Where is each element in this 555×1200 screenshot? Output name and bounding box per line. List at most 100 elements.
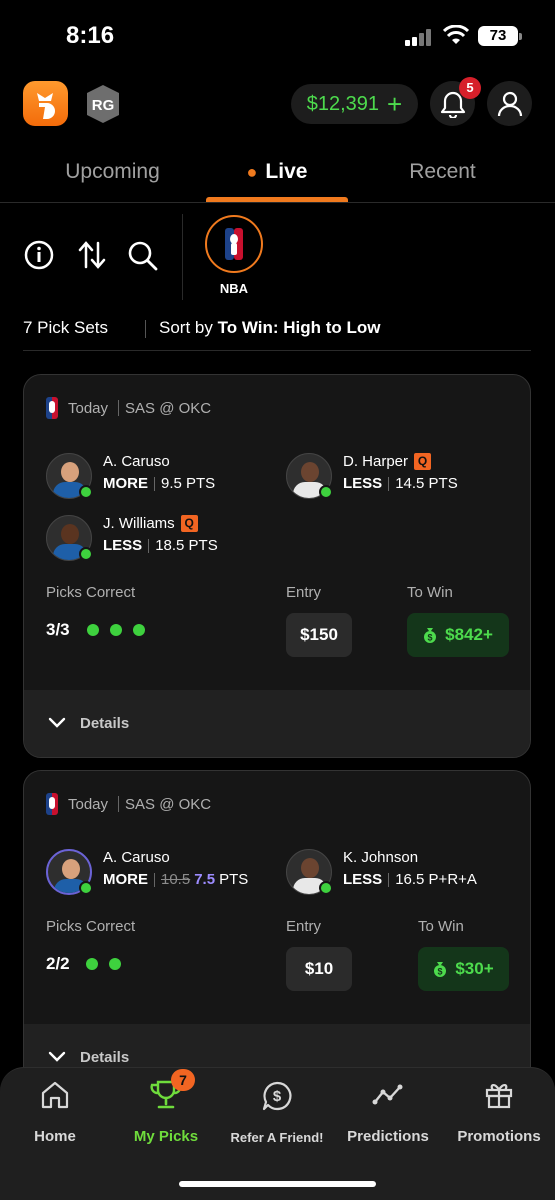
pick-value: 16.5 P+R+A [395,871,477,888]
my-picks-count-badge: 7 [171,1069,195,1091]
pick-value: 18.5 PTS [155,537,218,554]
to-win-amount: $ $30+ [418,947,509,991]
player-name: D. Harper Q [343,453,432,470]
pick-row[interactable]: A. Caruso MORE 10.5 7.5 PTS [46,849,286,897]
pick-direction: LESS [343,475,383,492]
home-indicator[interactable] [179,1181,376,1187]
pick-row[interactable]: K. Johnson LESS 16.5 P+R+A [286,849,526,897]
pick-sets-count: 7 Pick Sets [23,318,109,337]
picks-correct-count: 3/3 [46,620,70,639]
active-tab-indicator [206,197,348,202]
nav-predictions-label: Predictions [347,1128,429,1145]
pick-direction: LESS [343,871,383,888]
chevron-down-icon [48,717,66,728]
profile-button[interactable] [487,81,532,126]
chevron-down-icon [48,1051,66,1062]
tab-upcoming[interactable]: Upcoming [40,160,185,184]
pick-set-card[interactable]: Today SAS @ OKC A. Caruso MORE 9.5 PTS D.… [23,374,531,758]
pick-direction: MORE [103,475,148,492]
player-name: J. Williams Q [103,515,198,532]
nba-logo-icon [46,397,58,419]
balance-amount: $12,391 [306,92,380,115]
league-filter-nba[interactable] [205,215,263,273]
nba-logo-icon [225,228,243,260]
status-bar: 8:16 73 [0,0,555,72]
picks-tabs: Upcoming ● Live Recent [0,150,555,203]
live-status-dot [79,547,93,561]
pick-line: LESS 18.5 PTS [103,537,218,554]
nav-my-picks[interactable]: My Picks [121,1080,211,1160]
pick-row[interactable]: D. Harper Q LESS 14.5 PTS [286,453,526,501]
nav-home-label: Home [34,1128,76,1145]
pick-direction: MORE [103,871,148,888]
pick-row[interactable]: A. Caruso MORE 9.5 PTS [46,453,286,501]
player-name: A. Caruso [103,849,170,866]
svg-text:$: $ [273,1088,282,1105]
notification-count-badge: 5 [459,77,481,99]
nav-promotions[interactable]: Promotions [449,1080,549,1160]
pick-value: 14.5 PTS [395,475,458,492]
details-toggle[interactable]: Details [24,690,530,757]
sort-prefix: Sort by [159,318,213,337]
cellular-signal-icon [405,28,433,46]
correct-pick-dot [110,624,122,636]
to-win-amount: $ $842+ [407,613,509,657]
home-icon [41,1081,69,1109]
draftkings-logo[interactable] [23,81,68,126]
original-line: 10.5 [161,871,191,888]
live-status-dot [319,881,333,895]
live-status-dot [79,485,93,499]
card-header: Today SAS @ OKC [46,793,211,815]
picks-correct-count: 2/2 [46,954,70,973]
pick-value: 9.5 PTS [161,475,216,492]
to-win-label: To Win [418,918,464,935]
player-name: K. Johnson [343,849,419,866]
info-icon[interactable] [24,240,54,270]
to-win-label: To Win [407,584,453,601]
sort-row: 7 Pick Sets Sort by To Win: High to Low [23,318,531,351]
pick-row[interactable]: J. Williams Q LESS 18.5 PTS [46,515,286,563]
game-matchup: SAS @ OKC [125,795,212,813]
sort-selector[interactable]: Sort by To Win: High to Low [159,318,380,338]
tab-recent[interactable]: Recent [370,160,515,184]
pick-set-card[interactable]: Today SAS @ OKC A. Caruso MORE 10.5 7.5 … [23,770,531,1100]
svg-text:$: $ [428,633,433,643]
sort-icon[interactable] [77,240,107,270]
money-bag-icon: $ [434,962,447,977]
gift-icon [485,1084,513,1109]
player-name: A. Caruso [103,453,170,470]
nav-predictions[interactable]: Predictions [343,1080,433,1160]
nav-refer-label: Refer A Friend! [230,1130,324,1145]
pick-line: MORE 9.5 PTS [103,475,215,492]
balance-button[interactable]: $12,391 + [291,84,418,124]
correct-pick-dot [87,624,99,636]
nba-logo-icon [46,793,58,815]
pick-direction: LESS [103,537,143,554]
live-dot-icon: ● [246,162,258,182]
dollar-chat-icon: $ [262,1081,292,1111]
nav-refer-a-friend[interactable]: $ Refer A Friend! [222,1080,332,1160]
questionable-badge: Q [414,453,432,470]
nav-home[interactable]: Home [10,1080,100,1160]
live-status-dot [319,485,333,499]
picks-correct-label: Picks Correct [46,584,136,601]
entry-amount: $10 [286,947,352,991]
entry-amount: $150 [286,613,352,657]
user-icon [497,91,522,116]
money-bag-icon: $ [424,628,437,643]
pick-line: LESS 14.5 PTS [343,475,458,492]
nav-promotions-label: Promotions [457,1128,541,1145]
tab-live[interactable]: ● Live [206,160,348,184]
sort-divider [145,320,146,338]
tab-live-label: Live [265,160,308,183]
league-filter-label: NBA [219,281,249,296]
pick-line: LESS 16.5 P+R+A [343,871,477,888]
responsible-gaming-badge[interactable]: RG [85,84,121,124]
toolbar-divider [182,214,183,300]
search-icon[interactable] [127,240,159,272]
game-matchup: SAS @ OKC [125,399,212,417]
card-header: Today SAS @ OKC [46,397,211,419]
pick-line: MORE 10.5 7.5 PTS [103,871,248,888]
details-label: Details [80,715,130,732]
live-status-dot [79,881,93,895]
